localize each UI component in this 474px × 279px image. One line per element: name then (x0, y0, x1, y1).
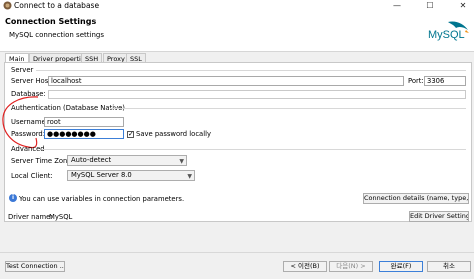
server-timezone-value: Auto-detect (71, 156, 112, 164)
dbeaver-icon (3, 1, 12, 10)
footer-divider (0, 252, 474, 253)
close-button[interactable]: ✕ (452, 0, 474, 11)
group-divider (110, 108, 466, 109)
group-divider (42, 149, 466, 150)
info-icon: i (9, 194, 17, 202)
window-title: Connect to a database (14, 1, 100, 10)
driver-name-label: Driver name: (8, 213, 53, 221)
finish-button[interactable]: 완료(F) (379, 261, 423, 272)
logo-text: MySQL (428, 29, 465, 41)
server-timezone-label: Server Time Zone: (11, 157, 74, 165)
save-password-label: Save password locally (136, 130, 212, 138)
title-bar: Connect to a database — ☐ ✕ (0, 0, 474, 12)
server-timezone-select[interactable]: Auto-detect ▼ (67, 155, 187, 166)
back-button[interactable]: < 이전(B) (283, 261, 327, 272)
chevron-down-icon: ▼ (187, 173, 192, 180)
server-host-label: Server Host: (11, 77, 54, 85)
minimize-button[interactable]: — (386, 0, 408, 11)
local-client-value: MySQL Server 8.0 (71, 171, 132, 179)
group-divider (36, 70, 466, 71)
page-title: Connection Settings (5, 17, 97, 26)
advanced-group-label: Advanced (11, 145, 45, 153)
info-text: You can use variables in connection para… (19, 195, 185, 203)
driver-name-value: MySQL (49, 213, 73, 221)
port-input[interactable]: 3306 (424, 76, 466, 86)
mysql-logo: MySQL (426, 18, 470, 46)
cancel-button[interactable]: 취소 (427, 261, 471, 272)
test-connection-button[interactable]: Test Connection ... (5, 261, 65, 272)
local-client-label: Local Client: (11, 172, 53, 180)
port-label: Port: (408, 77, 424, 85)
server-host-input[interactable]: localhost (48, 76, 404, 86)
annotation-circle (2, 96, 39, 149)
local-client-select[interactable]: MySQL Server 8.0 ▼ (67, 170, 195, 181)
save-password-checkbox[interactable]: ✓ (127, 131, 134, 138)
page-subtitle: MySQL connection settings (9, 31, 104, 39)
connection-details-button[interactable]: Connection details (name, type, ... (363, 193, 469, 204)
database-input[interactable] (48, 90, 466, 99)
next-button[interactable]: 다음(N) > (329, 261, 373, 272)
chevron-down-icon: ▼ (179, 158, 184, 165)
maximize-button[interactable]: ☐ (419, 0, 441, 11)
edit-driver-settings-button[interactable]: Edit Driver Settings (409, 211, 469, 222)
server-group-label: Server (11, 66, 34, 74)
